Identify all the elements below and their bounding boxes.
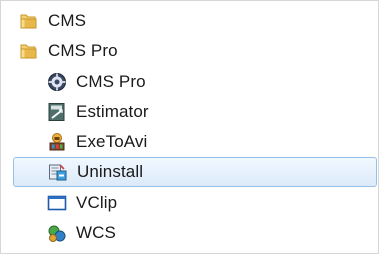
menu-item-label: ExeToAvi (76, 132, 148, 151)
menu-item-label: Uninstall (77, 162, 144, 181)
menu-item-label: Estimator (76, 102, 149, 121)
estimator-app-icon (47, 102, 67, 122)
menu-item-estimator[interactable]: Estimator (47, 97, 369, 127)
folder-icon (19, 41, 39, 61)
folder-icon (19, 11, 39, 31)
menu-item-vclip[interactable]: VClip (47, 188, 369, 218)
menu-item-label: CMS (48, 11, 87, 30)
cms-pro-app-icon (47, 72, 67, 92)
menu-item-cms-folder[interactable]: CMS (19, 6, 369, 36)
menu-item-label: CMS Pro (76, 72, 146, 91)
exetoavi-app-icon (47, 132, 67, 152)
menu-item-wcs[interactable]: WCS (47, 218, 369, 248)
menu-item-label: VClip (76, 193, 118, 212)
menu-item-uninstall[interactable]: Uninstall (13, 157, 377, 187)
menu-item-label: WCS (76, 223, 116, 242)
wcs-app-icon (47, 223, 67, 243)
uninstall-app-icon (48, 162, 68, 182)
menu-item-label: CMS Pro (48, 41, 118, 60)
start-menu-program-list: CMS CMS Pro CMS Pro Estimator ExeToAvi U… (0, 0, 379, 254)
menu-item-cms-pro-folder[interactable]: CMS Pro (19, 36, 369, 66)
menu-item-exetoavi[interactable]: ExeToAvi (47, 127, 369, 157)
vclip-app-icon (47, 193, 67, 213)
menu-item-cms-pro-app[interactable]: CMS Pro (47, 67, 369, 97)
